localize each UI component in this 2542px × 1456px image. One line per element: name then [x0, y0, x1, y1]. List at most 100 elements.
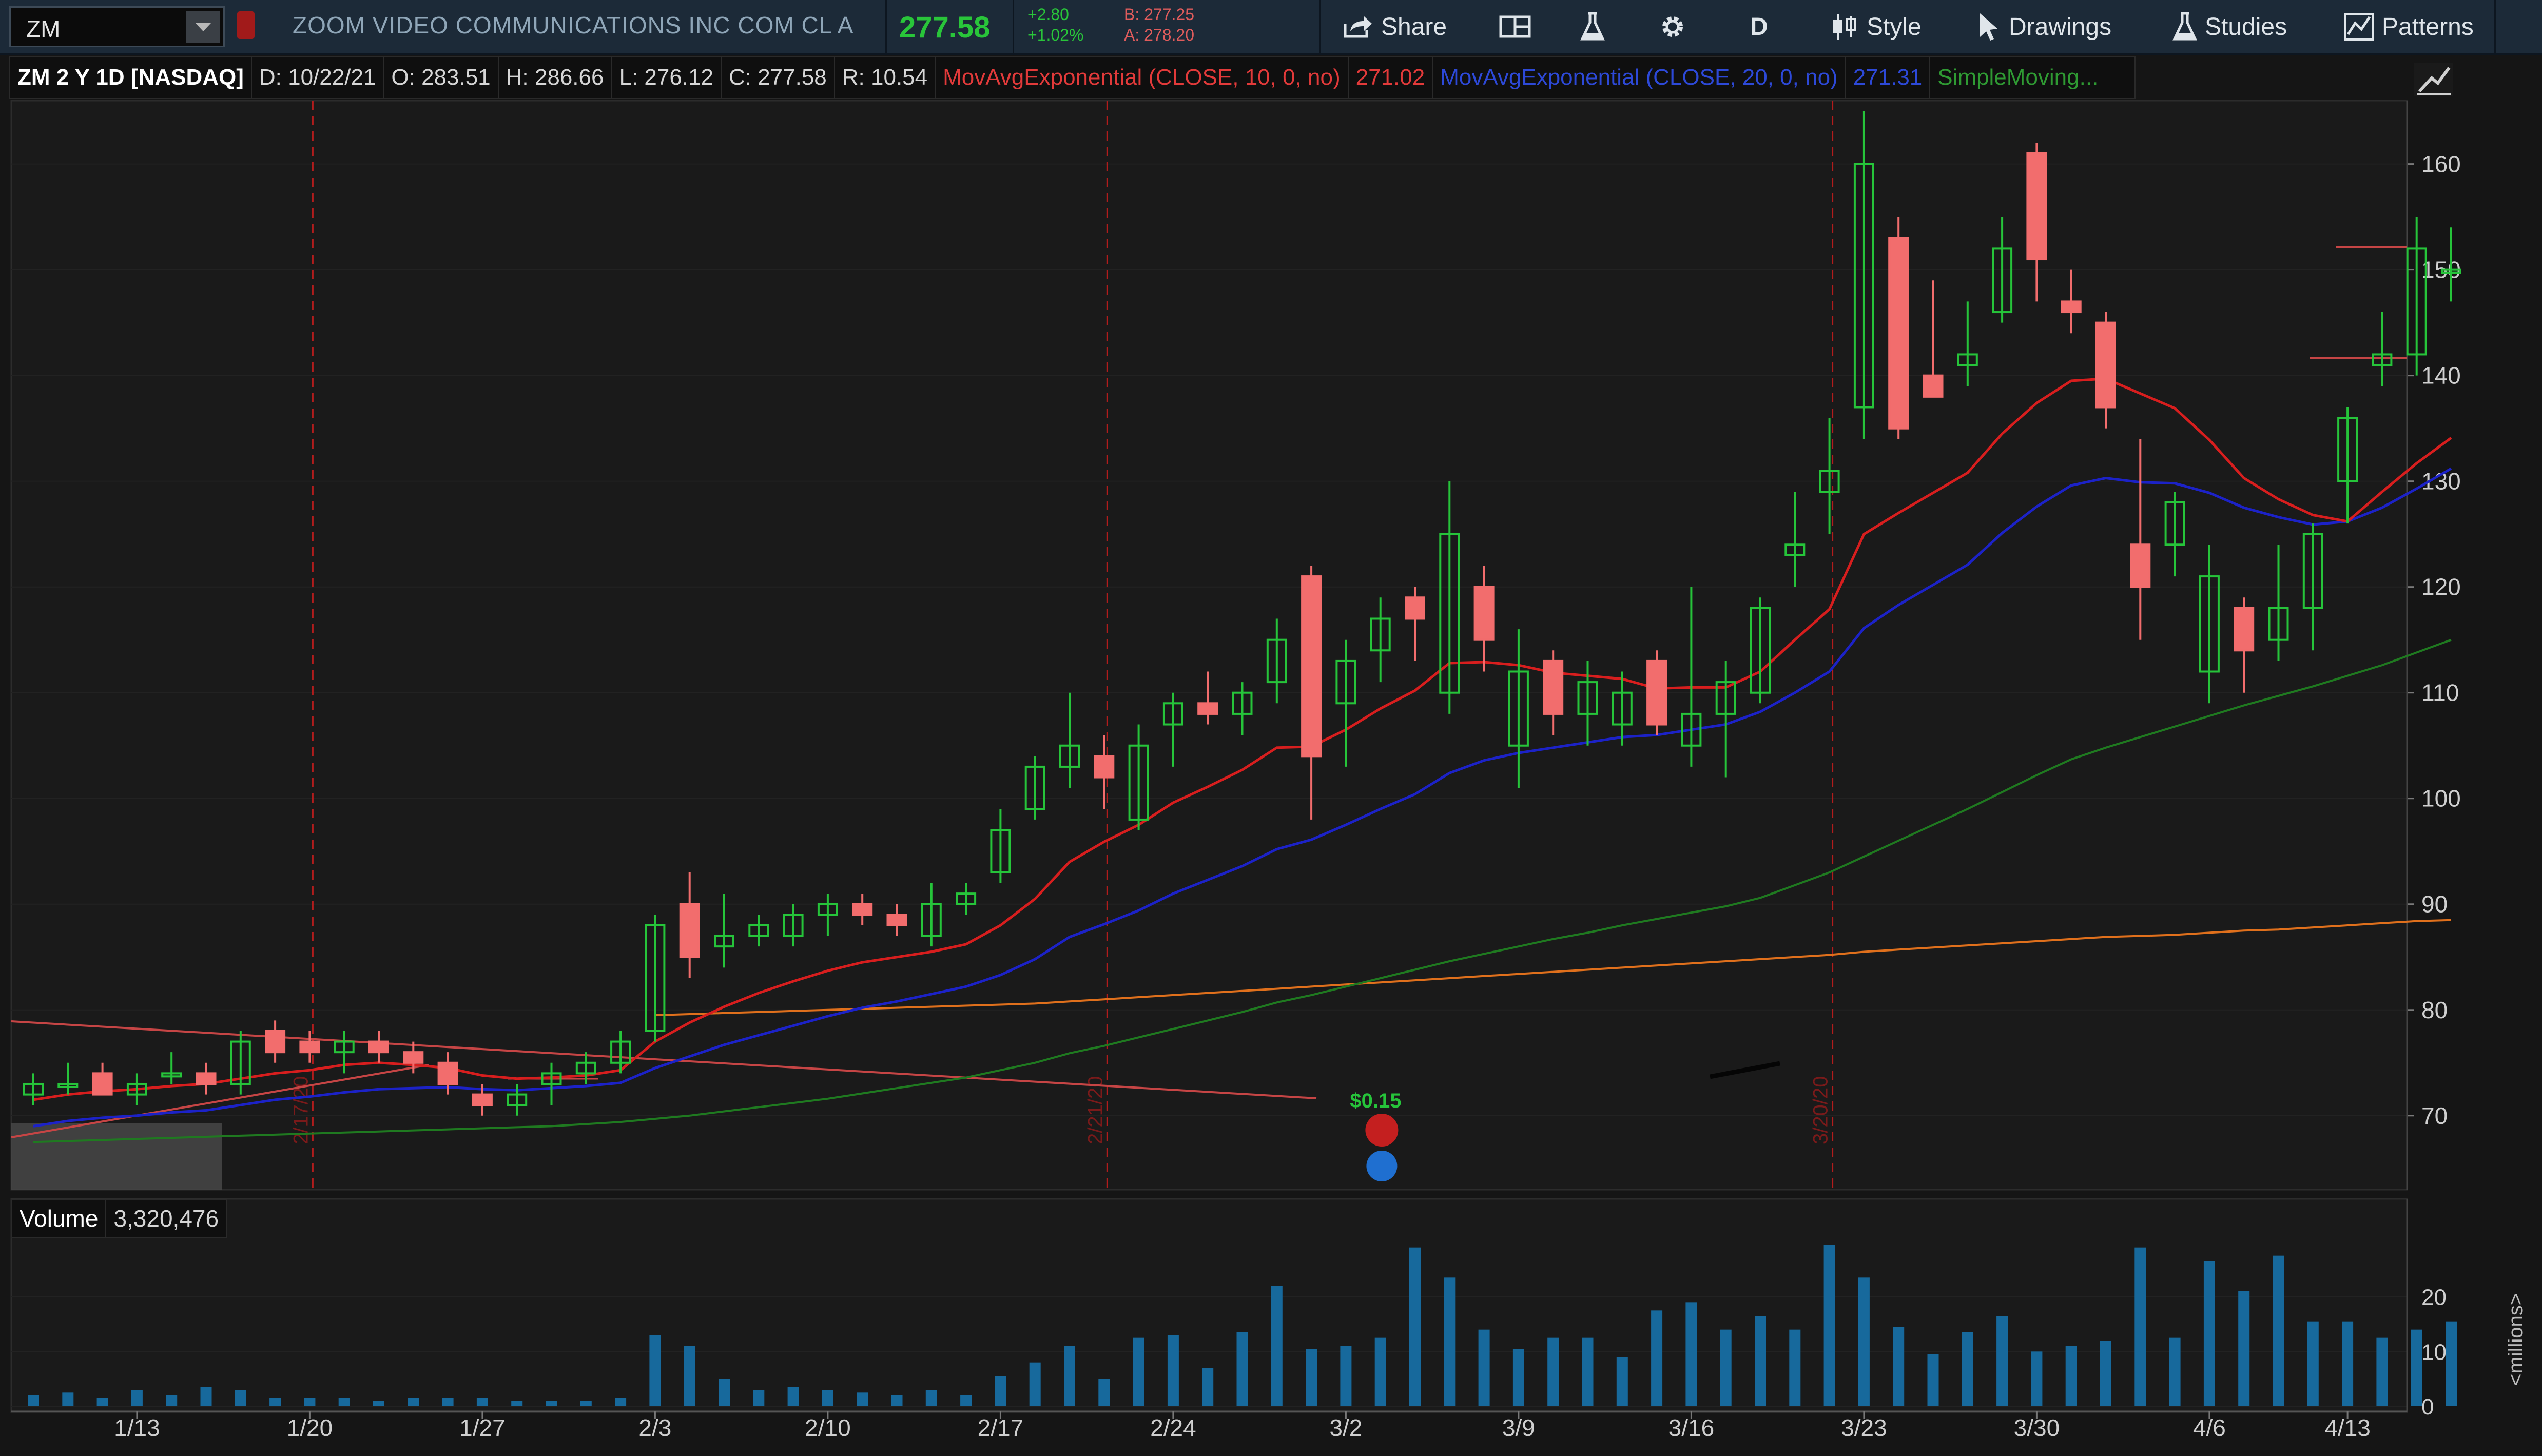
chart-tools-button[interactable]: [2412, 61, 2455, 102]
x-tick-label: 3/30: [2014, 1414, 2060, 1441]
symbol-selector[interactable]: ZM: [9, 6, 225, 47]
aggregation-period-button[interactable]: D: [1750, 7, 1768, 46]
volume-bar: [1167, 1335, 1179, 1406]
volume-bar: [166, 1395, 178, 1406]
volume-bar: [1720, 1329, 1732, 1406]
volume-bar: [511, 1401, 523, 1406]
volume-bar: [235, 1390, 246, 1406]
volume-bar: [1478, 1329, 1490, 1406]
patterns-button[interactable]: Patterns: [2343, 7, 2474, 46]
volume-tick-label: 10: [2421, 1339, 2447, 1365]
bid-price: B: 277.25: [1124, 5, 1194, 24]
studies-button[interactable]: Studies: [2172, 7, 2287, 46]
toolbar-divider: [2494, 0, 2496, 53]
symbol-dropdown-icon[interactable]: [186, 11, 220, 43]
volume-bar: [1340, 1346, 1352, 1406]
candle-body: [403, 1051, 424, 1064]
volume-tick-label: 20: [2421, 1285, 2447, 1310]
low-value: L: 276.12: [611, 56, 722, 99]
share-button[interactable]: Share: [1342, 7, 1447, 46]
volume-bar: [2238, 1291, 2250, 1406]
y-tick-label: 90: [2421, 891, 2448, 918]
share-icon: [1344, 16, 1372, 38]
toolbar-divider: [1319, 0, 1321, 53]
candle-body: [1301, 575, 1322, 758]
flex-grid-button[interactable]: [1499, 7, 1540, 46]
volume-bar: [1547, 1337, 1559, 1406]
x-tick-label: 1/20: [287, 1414, 333, 1441]
volume-bar: [2100, 1341, 2111, 1406]
settings-button[interactable]: [1658, 7, 1695, 46]
volume-bar: [1374, 1337, 1386, 1406]
open-value: O: 283.51: [383, 56, 499, 99]
price-panel: [10, 100, 2408, 1191]
drawings-button[interactable]: Drawings: [1976, 7, 2111, 46]
candle-body: [2026, 152, 2047, 261]
volume-bar: [1409, 1247, 1421, 1406]
candle: [1646, 650, 1667, 735]
y-tick-label: 80: [2421, 997, 2448, 1023]
volume-bar: [787, 1387, 799, 1406]
volume-bar: [304, 1398, 316, 1406]
volume-bar: [96, 1398, 108, 1406]
x-tick-label: 1/13: [114, 1414, 160, 1441]
ema10-label[interactable]: MovAvgExponential (CLOSE, 10, 0, no): [935, 56, 1349, 99]
volume-bar: [615, 1398, 627, 1406]
price-change: +2.80 +1.02%: [1027, 4, 1083, 45]
volume-bar: [1064, 1346, 1075, 1406]
y-tick-label: 70: [2421, 1102, 2448, 1129]
x-tick-label: 2/3: [638, 1414, 671, 1441]
candle-body: [852, 903, 873, 916]
flag-icon[interactable]: [237, 11, 255, 39]
volume-bar: [580, 1401, 592, 1406]
event-line-label: 3/20/20: [1810, 1076, 1832, 1144]
candle-body: [1543, 659, 1564, 715]
volume-bar: [2134, 1247, 2146, 1406]
volume-bar: [1616, 1357, 1628, 1406]
ask-price: A: 278.20: [1124, 26, 1194, 44]
x-tick-label: 3/2: [1329, 1414, 1362, 1441]
volume-value: 3,320,476: [105, 1199, 227, 1238]
candle-body: [1197, 702, 1218, 715]
studies-label: Studies: [2205, 13, 2287, 41]
volume-bar: [2169, 1337, 2181, 1406]
candle-body: [1923, 374, 1944, 398]
shaded-region: [11, 1123, 222, 1190]
sma-label[interactable]: SimpleMoving...: [1929, 56, 2136, 99]
volume-bar: [1236, 1332, 1248, 1406]
candle-body: [2061, 300, 2082, 314]
volume-bar: [338, 1398, 350, 1406]
volume-bar: [1893, 1327, 1905, 1406]
price-chart[interactable]: 7080901001101201301401501602/17/20 2/21/2…: [0, 0, 2542, 1456]
volume-bar: [1823, 1245, 1835, 1406]
volume-legend: Volume 3,320,476: [11, 1199, 227, 1238]
candle-body: [886, 914, 907, 926]
volume-bar: [1029, 1362, 1041, 1406]
percent-change: +1.02%: [1027, 26, 1084, 44]
style-button[interactable]: Style: [1830, 7, 1922, 46]
ema20-label[interactable]: MovAvgExponential (CLOSE, 20, 0, no): [1432, 56, 1846, 99]
candle-body: [196, 1072, 217, 1085]
volume-unit-label: <millions>: [2505, 1293, 2527, 1386]
volume-bar: [2031, 1351, 2043, 1406]
volume-bar: [719, 1379, 730, 1406]
volume-title[interactable]: Volume: [11, 1199, 107, 1238]
volume-bar: [2342, 1321, 2354, 1406]
studies-lab-button[interactable]: [1580, 7, 1613, 46]
volume-bar: [200, 1387, 212, 1406]
volume-bar: [1444, 1277, 1456, 1406]
volume-bar: [649, 1335, 661, 1406]
candle-body: [1094, 755, 1115, 779]
chart-title[interactable]: ZM 2 Y 1D [NASDAQ]: [9, 56, 252, 99]
y-tick-label: 100: [2421, 785, 2461, 812]
last-price: 277.58: [899, 11, 991, 44]
close-value: C: 277.58: [720, 56, 835, 99]
x-tick-label: 1/27: [459, 1414, 506, 1441]
x-tick-label: 3/16: [1668, 1414, 1715, 1441]
volume-bar: [960, 1395, 972, 1406]
volume-bar: [28, 1395, 39, 1406]
gear-icon: [1662, 16, 1683, 37]
grid-icon: [1499, 15, 1531, 38]
net-change: +2.80: [1027, 5, 1069, 24]
volume-bar: [2376, 1337, 2388, 1406]
